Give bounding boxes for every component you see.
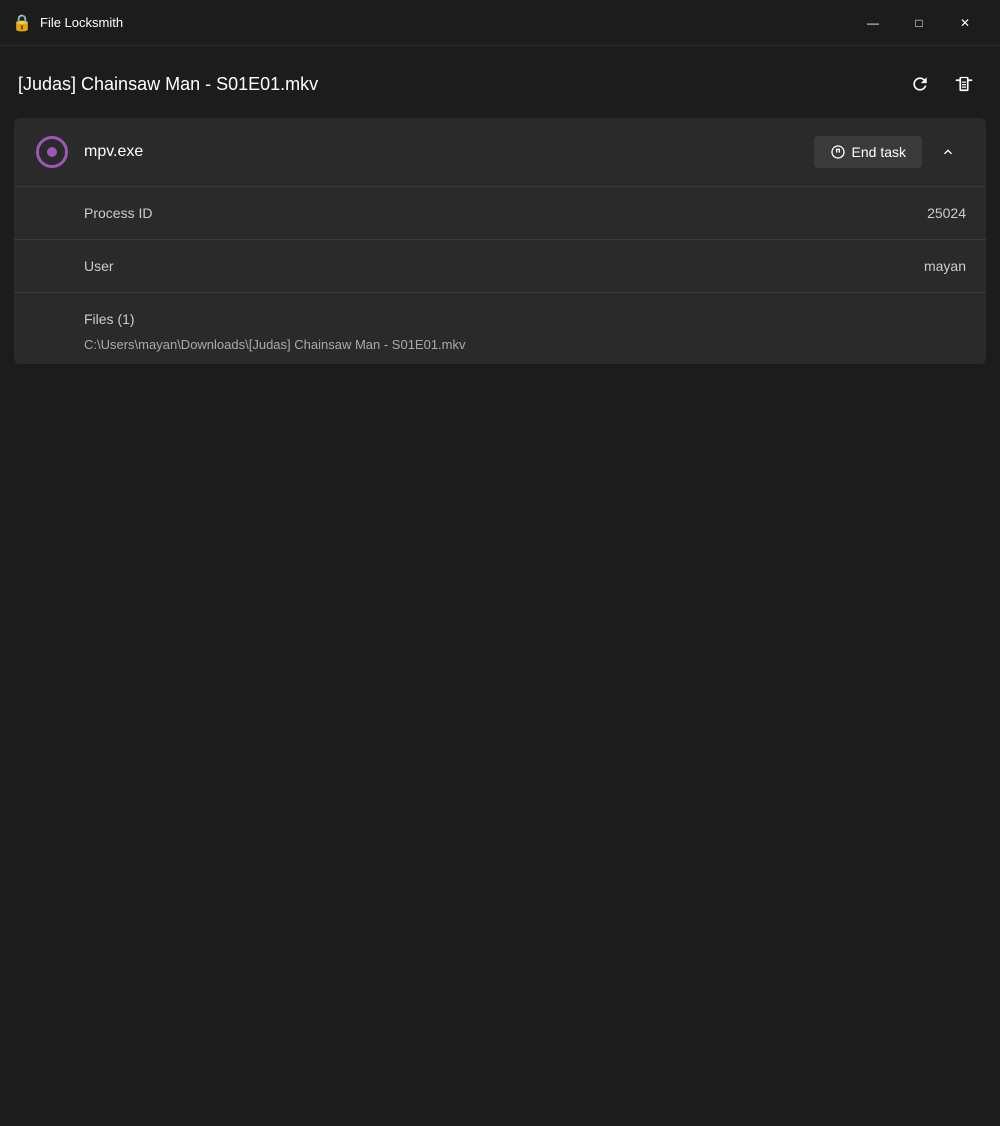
chevron-up-icon xyxy=(940,144,956,160)
main-content: [Judas] Chainsaw Man - S01E01.mkv xyxy=(0,46,1000,384)
process-left: mpv.exe xyxy=(34,134,143,170)
end-task-icon xyxy=(830,144,846,160)
settings-button[interactable] xyxy=(946,66,982,102)
files-label: Files (1) xyxy=(84,311,966,327)
process-card: mpv.exe End task Process ID 25024 xyxy=(14,118,986,364)
file-name: [Judas] Chainsaw Man - S01E01.mkv xyxy=(18,74,318,95)
app-icon: 🔒 xyxy=(12,13,32,33)
end-task-button[interactable]: End task xyxy=(814,136,922,168)
target-icon xyxy=(36,136,68,168)
file-path: C:\Users\mayan\Downloads\[Judas] Chainsa… xyxy=(84,337,966,352)
minimize-button[interactable]: — xyxy=(850,0,896,46)
file-header-actions xyxy=(902,66,982,102)
title-bar-left: 🔒 File Locksmith xyxy=(12,13,123,33)
user-value: mayan xyxy=(924,258,966,274)
app-title: File Locksmith xyxy=(40,15,123,30)
window-controls: — □ ✕ xyxy=(850,0,988,46)
process-id-label: Process ID xyxy=(84,205,152,221)
process-id-value: 25024 xyxy=(927,205,966,221)
settings-icon xyxy=(954,74,974,94)
process-icon-wrapper xyxy=(34,134,70,170)
title-bar: 🔒 File Locksmith — □ ✕ xyxy=(0,0,1000,46)
refresh-icon xyxy=(910,74,930,94)
user-row: User mayan xyxy=(14,240,986,293)
file-header: [Judas] Chainsaw Man - S01E01.mkv xyxy=(14,66,986,102)
process-header: mpv.exe End task xyxy=(14,118,986,187)
refresh-button[interactable] xyxy=(902,66,938,102)
maximize-button[interactable]: □ xyxy=(896,0,942,46)
close-button[interactable]: ✕ xyxy=(942,0,988,46)
process-id-row: Process ID 25024 xyxy=(14,187,986,240)
collapse-button[interactable] xyxy=(930,134,966,170)
process-name: mpv.exe xyxy=(84,143,143,161)
process-actions: End task xyxy=(814,134,966,170)
files-section: Files (1) C:\Users\mayan\Downloads\[Juda… xyxy=(14,293,986,364)
user-label: User xyxy=(84,258,114,274)
